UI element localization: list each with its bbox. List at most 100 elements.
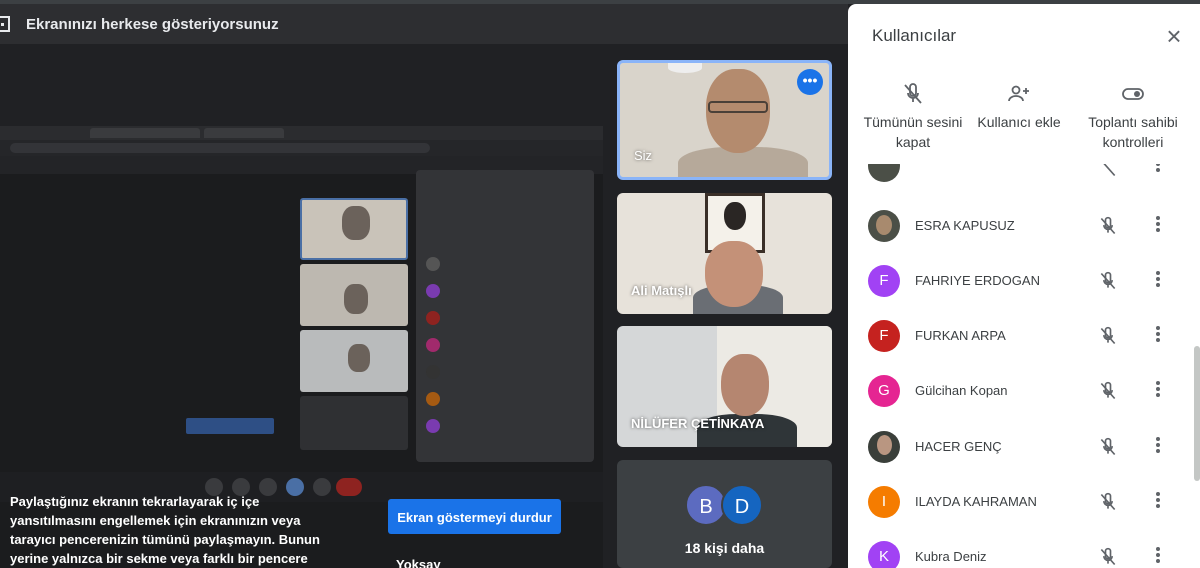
shared-mini-row: [416, 250, 594, 277]
portrait-head: [724, 202, 746, 230]
toggle-icon: [1122, 88, 1144, 100]
more-vert-icon[interactable]: [1148, 164, 1168, 178]
shared-mini-row: [416, 277, 594, 304]
mic-off-icon: [904, 83, 922, 104]
avatar: [868, 164, 900, 182]
list-item[interactable]: G Gülcihan Kopan: [848, 371, 1200, 411]
participant-name: Gülcihan Kopan: [915, 383, 1008, 398]
self-video-tile[interactable]: ••• Siz: [617, 60, 832, 180]
mic-off-icon[interactable]: [1098, 326, 1118, 346]
shared-mini-button: [186, 418, 274, 434]
stop-presenting-button[interactable]: Ekran göstermeyi durdur: [388, 499, 561, 534]
shared-mini-avatar: [426, 337, 440, 352]
list-item[interactable]: F FAHRIYE ERDOGAN: [848, 261, 1200, 301]
more-participants-label: 18 kişi daha: [684, 540, 765, 556]
list-item[interactable]: ESRA KAPUSUZ: [848, 206, 1200, 246]
mic-off-icon[interactable]: [1098, 271, 1118, 291]
avatar: F: [868, 265, 900, 297]
more-vert-icon[interactable]: [1148, 269, 1168, 293]
mic-off-icon[interactable]: [1098, 216, 1118, 236]
presenting-banner: Ekranınızı herkese gösteriyorsunuz: [0, 4, 848, 44]
close-icon[interactable]: ×: [1162, 23, 1186, 49]
shared-mini-panel: [416, 170, 594, 462]
list-item[interactable]: K Kubra Deniz: [848, 537, 1200, 568]
shared-mini-tile: [300, 198, 408, 260]
mic-off-icon[interactable]: [1098, 437, 1118, 457]
participant-name: Kubra Deniz: [915, 549, 987, 564]
mic-off-icon: [1103, 164, 1116, 177]
wall-lamp: [668, 63, 702, 73]
ignore-button[interactable]: Yoksay: [396, 557, 441, 568]
panel-title: Kullanıcılar: [872, 26, 957, 45]
ali-tile-name: Ali Matışlı: [631, 283, 692, 298]
shared-mini-tile: [300, 396, 408, 450]
more-vert-icon[interactable]: [1148, 379, 1168, 403]
more-horizontal-icon[interactable]: •••: [797, 69, 823, 95]
shared-mini-tile: [300, 330, 408, 392]
participant-video-tile-nilufer[interactable]: NİLÜFER ÇETİNKAYA: [617, 326, 832, 447]
shared-mini-face: [344, 284, 368, 314]
more-vert-icon[interactable]: [1148, 490, 1168, 514]
shared-mini-face: [348, 344, 370, 372]
participant-video-tile-ali[interactable]: Ali Matışlı: [617, 193, 832, 314]
shared-mini-row: [416, 331, 594, 358]
participant-name: ESRA KAPUSUZ: [915, 218, 1015, 233]
avatar: G: [868, 375, 900, 407]
self-tile-name: Siz: [634, 148, 653, 163]
avatar: [868, 210, 900, 242]
mic-off-icon[interactable]: [1098, 381, 1118, 401]
avatar: K: [868, 541, 900, 568]
panel-scrollbar[interactable]: [1194, 346, 1200, 481]
participants-panel: Kullanıcılar × Tümünün sesini kapat Kull…: [848, 4, 1200, 568]
mute-all-label: Tümünün sesini kapat: [863, 114, 963, 150]
avatar: F: [868, 320, 900, 352]
more-participants-tile[interactable]: B D 18 kişi daha: [617, 460, 832, 568]
host-controls-button[interactable]: Toplantı sahibi kontrolleri: [1068, 82, 1198, 152]
shared-mini-face: [342, 206, 370, 240]
host-controls-label: Toplantı sahibi kontrolleri: [1088, 114, 1178, 150]
shared-mini-avatar: [426, 283, 440, 298]
mic-off-icon[interactable]: [1098, 547, 1118, 567]
more-vert-icon[interactable]: [1148, 435, 1168, 459]
more-vert-icon[interactable]: [1148, 545, 1168, 568]
shared-mini-avatar: [426, 364, 440, 379]
add-user-label: Kullanıcı ekle: [977, 114, 1061, 130]
shared-mini-tile: [300, 264, 408, 326]
more-vert-icon[interactable]: [1148, 214, 1168, 238]
participant-name: FAHRIYE ERDOGAN: [915, 273, 1040, 288]
list-item[interactable]: F FURKAN ARPA: [848, 316, 1200, 356]
shared-address-bar: [0, 140, 603, 156]
shared-mini-row: [416, 412, 594, 439]
avatar: [868, 431, 900, 463]
nilufer-tile-name: NİLÜFER ÇETİNKAYA: [631, 416, 765, 431]
nilufer-head: [721, 354, 769, 416]
shared-mini-row: [416, 358, 594, 385]
presenting-banner-title: Ekranınızı herkese gösteriyorsunuz: [26, 15, 279, 33]
shared-tab: [90, 128, 200, 138]
shared-mini-row: [416, 304, 594, 331]
more-vert-icon[interactable]: [1148, 324, 1168, 348]
shared-url-field: [10, 143, 430, 153]
present-screen-icon: [0, 16, 10, 32]
avatar-face: [876, 215, 892, 235]
avatar-face: [877, 435, 892, 455]
presentation-stage: Paylaştığınız ekranın tekrarlayarak iç i…: [0, 44, 610, 568]
shared-mini-control: [336, 478, 362, 496]
list-item[interactable]: I ILAYDA KAHRAMAN: [848, 482, 1200, 522]
recursion-warning-text: Paylaştığınız ekranın tekrarlayarak iç i…: [10, 494, 320, 566]
add-user-button[interactable]: Kullanıcı ekle: [954, 82, 1084, 132]
participant-name: HACER GENÇ: [915, 439, 1002, 454]
shared-mini-avatar: [426, 256, 440, 271]
shared-mini-avatar: [426, 310, 440, 325]
list-item[interactable]: HACER GENÇ: [848, 427, 1200, 467]
person-add-icon: [1008, 85, 1029, 102]
shared-browser-tabs: [0, 126, 603, 140]
self-glasses: [708, 101, 768, 113]
list-item[interactable]: [848, 164, 1200, 188]
mic-off-icon[interactable]: [1098, 492, 1118, 512]
ali-head: [705, 241, 763, 307]
avatar: D: [721, 484, 763, 526]
participant-name: FURKAN ARPA: [915, 328, 1006, 343]
avatar: I: [868, 486, 900, 518]
panel-actions: Tümünün sesini kapat Kullanıcı ekle Topl…: [848, 82, 1200, 162]
